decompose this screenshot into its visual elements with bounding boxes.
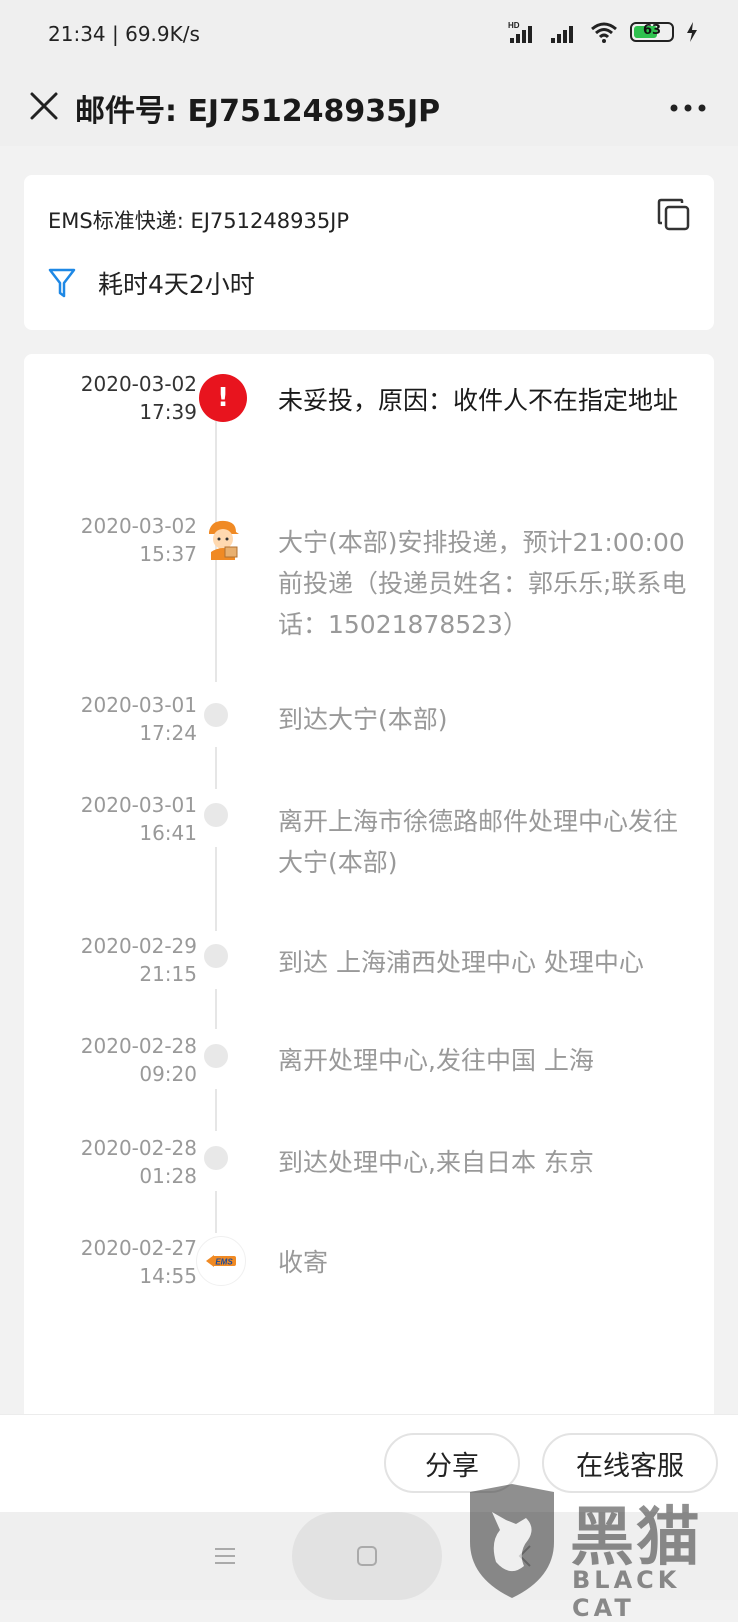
watermark-cn: 黑猫 (570, 1501, 702, 1575)
battery-icon: 63 (630, 22, 674, 42)
more-horizontal-icon (670, 104, 706, 112)
event-description: 收寄 (278, 1248, 329, 1277)
tracking-info-card: EMS标准快递: EJ751248935JP 耗时4天2小时 (24, 175, 714, 330)
event-date: 2020-03-02 (80, 514, 197, 538)
event-date: 2020-02-27 (80, 1236, 197, 1260)
home-square-icon (357, 1546, 377, 1566)
event-date: 2020-03-01 (80, 793, 197, 817)
cat-shield-logo-icon (470, 1484, 554, 1598)
timeline-dot (204, 1044, 228, 1068)
more-options-button[interactable] (666, 86, 710, 130)
courier-tracking-number: EMS标准快递: EJ751248935JP (48, 209, 350, 233)
event-datetime: 2020-03-02 17:39 (42, 370, 197, 426)
event-time: 17:39 (139, 400, 197, 424)
home-nav-button[interactable] (342, 1528, 392, 1584)
status-bar: 21:34 | 69.9K/s HD 63 (0, 0, 738, 70)
alert-icon: ! (199, 374, 247, 422)
network-label: HD (508, 21, 520, 30)
event-time: 21:15 (139, 962, 197, 986)
page-header: 邮件号: EJ751248935JP (0, 70, 738, 146)
filter-funnel-icon (48, 268, 76, 298)
timeline-connector (215, 747, 217, 789)
event-description: 大宁(本部)安排投递，预计21:00:00前投递（投递员姓名：郭乐乐;联系电话：… (278, 528, 687, 639)
event-datetime: 2020-02-28 09:20 (42, 1032, 197, 1088)
tracking-timeline: 2020-03-02 17:39 ! 未妥投，原因：收件人不在指定地址 2020… (24, 354, 714, 1414)
event-datetime: 2020-03-02 15:37 (42, 512, 197, 568)
menu-nav-button[interactable] (200, 1528, 250, 1584)
timeline-dot (204, 703, 228, 727)
event-datetime: 2020-02-27 14:55 (42, 1234, 197, 1290)
event-description: 到达大宁(本部) (278, 705, 448, 734)
timeline-connector (215, 1191, 217, 1233)
event-description: 到达 上海浦西处理中心 处理中心 (278, 948, 644, 977)
status-time: 21:34 (48, 22, 106, 46)
event-time: 17:24 (139, 721, 197, 745)
event-time: 09:20 (139, 1062, 197, 1086)
event-description: 到达处理中心,来自日本 东京 (278, 1148, 594, 1177)
timeline-connector (215, 847, 217, 931)
battery-percent: 63 (642, 23, 662, 38)
copy-button[interactable] (656, 197, 692, 233)
event-time: 15:37 (139, 542, 197, 566)
charging-bolt-icon (687, 22, 697, 42)
event-description: 离开处理中心,发往中国 上海 (278, 1046, 594, 1075)
timeline-dot (204, 1146, 228, 1170)
menu-icon (215, 1548, 235, 1564)
cellular-signal-icon: HD (508, 21, 532, 43)
timeline-connector (215, 989, 217, 1029)
duration-text: 耗时4天2小时 (98, 270, 255, 299)
page-title: 邮件号: EJ751248935JP (75, 94, 441, 129)
close-icon (30, 92, 58, 120)
status-time-speed: 21:34 | 69.9K/s (48, 22, 200, 46)
event-time: 14:55 (139, 1264, 197, 1288)
event-date: 2020-03-02 (80, 372, 197, 396)
event-date: 2020-02-28 (80, 1136, 197, 1160)
timeline-dot (204, 944, 228, 968)
event-time: 16:41 (139, 821, 197, 845)
event-datetime: 2020-03-01 17:24 (42, 691, 197, 747)
ems-logo-icon: EMS (196, 1236, 246, 1286)
timeline-dot (204, 803, 228, 827)
blackcat-watermark: 黑猫 BLACK CAT (462, 1482, 732, 1622)
event-datetime: 2020-03-01 16:41 (42, 791, 197, 847)
duration-row: 耗时4天2小时 (48, 265, 255, 301)
close-button[interactable] (22, 84, 66, 128)
event-description: 未妥投，原因：收件人不在指定地址 (278, 386, 679, 415)
event-date: 2020-03-01 (80, 693, 197, 717)
event-date: 2020-02-29 (80, 934, 197, 958)
courier-icon (209, 520, 239, 560)
copy-icon (657, 198, 690, 231)
event-datetime: 2020-02-29 21:15 (42, 932, 197, 988)
event-datetime: 2020-02-28 01:28 (42, 1134, 197, 1190)
timeline-connector (215, 1089, 217, 1131)
ems-logo-text: EMS (215, 1258, 233, 1267)
watermark-en: BLACK CAT (572, 1566, 681, 1622)
event-date: 2020-02-28 (80, 1034, 197, 1058)
network-speed: 69.9K/s (125, 22, 200, 46)
event-description: 离开上海市徐德路邮件处理中心发往大宁(本部) (278, 807, 679, 877)
event-time: 01:28 (139, 1164, 197, 1188)
cellular-signal-2-icon (551, 26, 573, 43)
status-icons: HD 63 (508, 20, 698, 44)
wifi-icon (591, 22, 617, 43)
